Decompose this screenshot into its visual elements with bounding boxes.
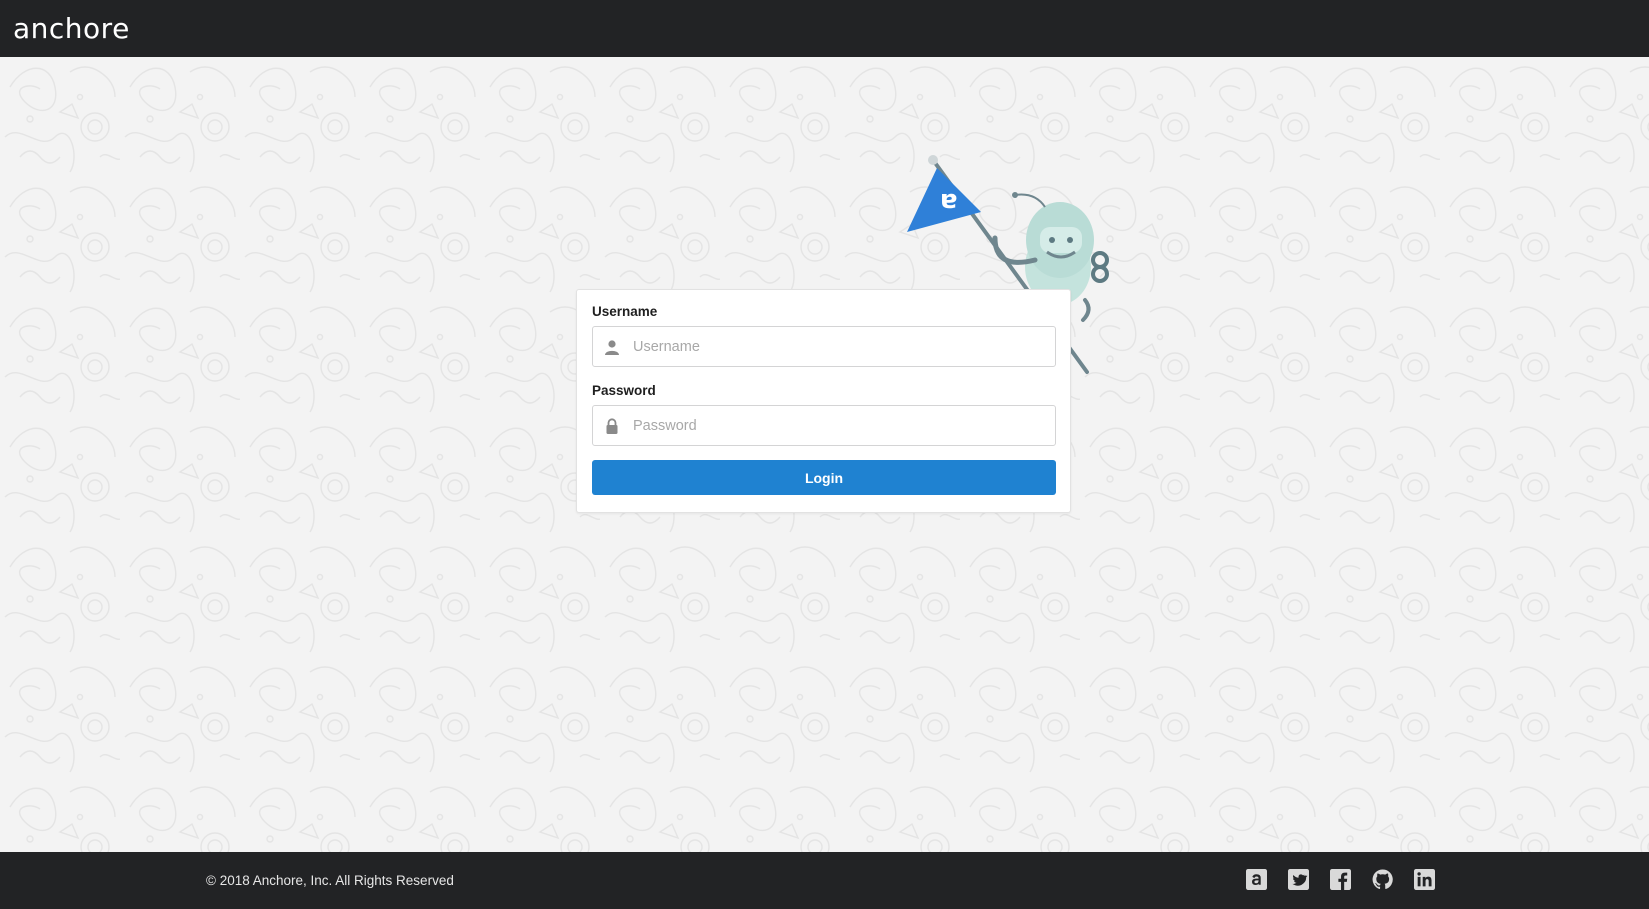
brand-logo[interactable]: anchore <box>13 12 130 45</box>
facebook-icon[interactable] <box>1330 869 1351 890</box>
github-icon[interactable] <box>1372 869 1393 890</box>
twitter-icon[interactable] <box>1288 869 1309 890</box>
password-label: Password <box>592 383 656 398</box>
svg-text:ɐ: ɐ <box>940 185 958 215</box>
login-form: Username Password Login <box>576 289 1071 513</box>
anchore-icon[interactable] <box>1246 869 1267 890</box>
main-content: ɐ Username Password <box>0 57 1649 852</box>
copyright-text: © 2018 Anchore, Inc. All Rights Reserved <box>206 873 454 888</box>
password-input[interactable] <box>593 406 1055 445</box>
linkedin-icon[interactable] <box>1414 869 1435 890</box>
social-links <box>1246 869 1435 890</box>
password-field-wrapper <box>592 405 1056 446</box>
top-navbar: anchore <box>0 0 1649 57</box>
username-input[interactable] <box>593 327 1055 366</box>
username-label: Username <box>592 304 658 319</box>
login-button[interactable]: Login <box>592 460 1056 495</box>
footer: © 2018 Anchore, Inc. All Rights Reserved <box>0 852 1649 909</box>
username-field-wrapper <box>592 326 1056 367</box>
